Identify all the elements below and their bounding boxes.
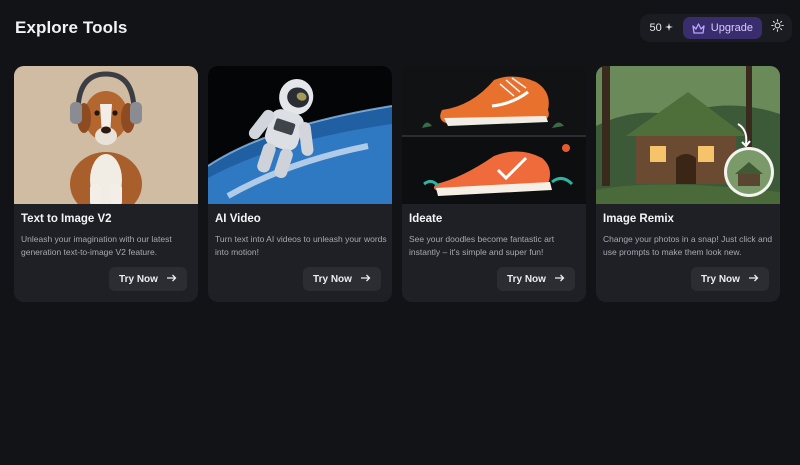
crown-icon	[692, 22, 705, 34]
arrow-right-icon	[166, 274, 177, 285]
try-now-button[interactable]: Try Now	[109, 267, 187, 291]
tool-card-ideate[interactable]: Ideate See your doodles become fantastic…	[402, 66, 586, 302]
header-actions: 50 Upgrade	[639, 14, 792, 42]
credits-counter[interactable]: 50	[644, 17, 679, 39]
arrow-right-icon	[360, 274, 371, 285]
sun-icon	[770, 19, 784, 37]
page-header: Explore Tools 50 Upgrade	[0, 0, 800, 58]
card-title: Text to Image V2	[21, 213, 112, 225]
card-description: Change your photos in a snap! Just click…	[603, 234, 773, 257]
card-title: Image Remix	[603, 213, 674, 225]
tools-grid: Text to Image V2 Unleash your imaginatio…	[14, 66, 780, 302]
card-description: Turn text into AI videos to unleash your…	[215, 234, 387, 257]
card-title: Ideate	[409, 213, 443, 225]
credits-value: 50	[649, 22, 662, 34]
tool-card-text-to-image[interactable]: Text to Image V2 Unleash your imaginatio…	[14, 66, 198, 302]
try-now-button[interactable]: Try Now	[497, 267, 575, 291]
dog-with-headphones-image	[14, 66, 198, 204]
tool-card-image-remix[interactable]: Image Remix Change your photos in a snap…	[596, 66, 780, 302]
theme-toggle[interactable]	[766, 17, 788, 39]
try-now-label: Try Now	[507, 273, 546, 285]
try-now-button[interactable]: Try Now	[691, 267, 769, 291]
sparkle-icon	[664, 22, 673, 34]
card-description: Unleash your imagination with our latest…	[21, 234, 172, 257]
card-description: See your doodles become fantastic art in…	[409, 234, 555, 257]
tool-card-ai-video[interactable]: AI Video Turn text into AI videos to unl…	[208, 66, 392, 302]
try-now-label: Try Now	[701, 273, 740, 285]
try-now-label: Try Now	[313, 273, 352, 285]
orange-sneakers-image	[402, 66, 586, 204]
upgrade-label: Upgrade	[710, 22, 753, 34]
card-title: AI Video	[215, 213, 261, 225]
astronaut-over-earth-image	[208, 66, 392, 204]
fantasy-cottage-image	[596, 66, 780, 204]
page-title: Explore Tools	[15, 18, 128, 37]
arrow-right-icon	[748, 274, 759, 285]
upgrade-button[interactable]: Upgrade	[682, 17, 762, 39]
try-now-button[interactable]: Try Now	[303, 267, 381, 291]
arrow-right-icon	[554, 274, 565, 285]
try-now-label: Try Now	[119, 273, 158, 285]
